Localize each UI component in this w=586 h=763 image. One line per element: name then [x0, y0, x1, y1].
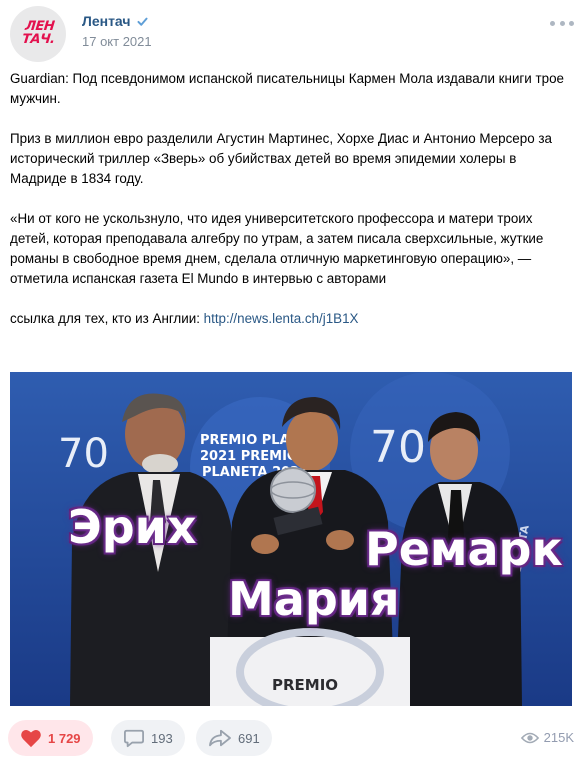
avatar[interactable]: ЛЕН ТАЧ. [10, 6, 66, 62]
backdrop-70-right: 70 [370, 422, 426, 473]
author-name[interactable]: Лентач [82, 13, 131, 29]
share-icon [209, 729, 231, 747]
overlay-word: Ремарк [364, 521, 564, 577]
author-name-row: Лентач [82, 13, 149, 29]
link-paragraph: ссылка для тех, кто из Англии: http://ne… [10, 309, 570, 329]
paragraph: Приз в миллион евро разделили Агустин Ма… [10, 131, 552, 186]
views-count: 215K [543, 730, 574, 745]
more-dot [550, 20, 555, 26]
overlay-word: Мария [227, 571, 401, 627]
views-counter: 215K [520, 730, 574, 745]
post-text: Guardian: Под псевдонимом испанской писа… [10, 69, 570, 349]
post-date[interactable]: 17 окт 2021 [82, 34, 152, 49]
like-button[interactable]: 1 729 [8, 720, 93, 756]
link-prefix: ссылка для тех, кто из Англии: [10, 311, 204, 326]
news-link[interactable]: http://news.lenta.ch/j1B1X [204, 311, 359, 326]
overlay-word: Эрих [67, 499, 198, 555]
eye-icon [520, 732, 539, 743]
avatar-logo-line2: ТАЧ. [21, 32, 56, 47]
verified-icon [136, 17, 148, 26]
avatar-logo: ЛЕН ТАЧ. [15, 19, 64, 47]
comment-icon [124, 729, 144, 748]
like-count: 1 729 [48, 730, 81, 746]
more-icon[interactable] [550, 16, 574, 30]
paragraph: «Ни от кого не ускользнуло, что идея уни… [10, 211, 544, 286]
share-button[interactable]: 691 [196, 720, 272, 756]
heart-icon [21, 730, 41, 748]
post-photo[interactable]: 70 70 PREMIO PLANETA 2021 PREMIO PLANETA… [10, 372, 572, 706]
more-dot [569, 20, 574, 26]
podium-label: PREMIO [272, 676, 338, 694]
post-footer: 1 729 193 691 215K [8, 720, 574, 760]
backdrop-label: 2021 PREMIO [200, 449, 298, 464]
comment-button[interactable]: 193 [111, 720, 185, 756]
more-dot [559, 20, 565, 26]
post-header: ЛЕН ТАЧ. Лентач 17 окт 2021 [10, 6, 576, 62]
comment-count: 193 [151, 730, 173, 746]
post: ЛЕН ТАЧ. Лентач 17 окт 2021 Guardian: По… [0, 0, 586, 763]
share-count: 691 [238, 730, 260, 746]
paragraph: Guardian: Под псевдонимом испанской писа… [10, 71, 564, 106]
backdrop-70-left: 70 [58, 431, 109, 477]
